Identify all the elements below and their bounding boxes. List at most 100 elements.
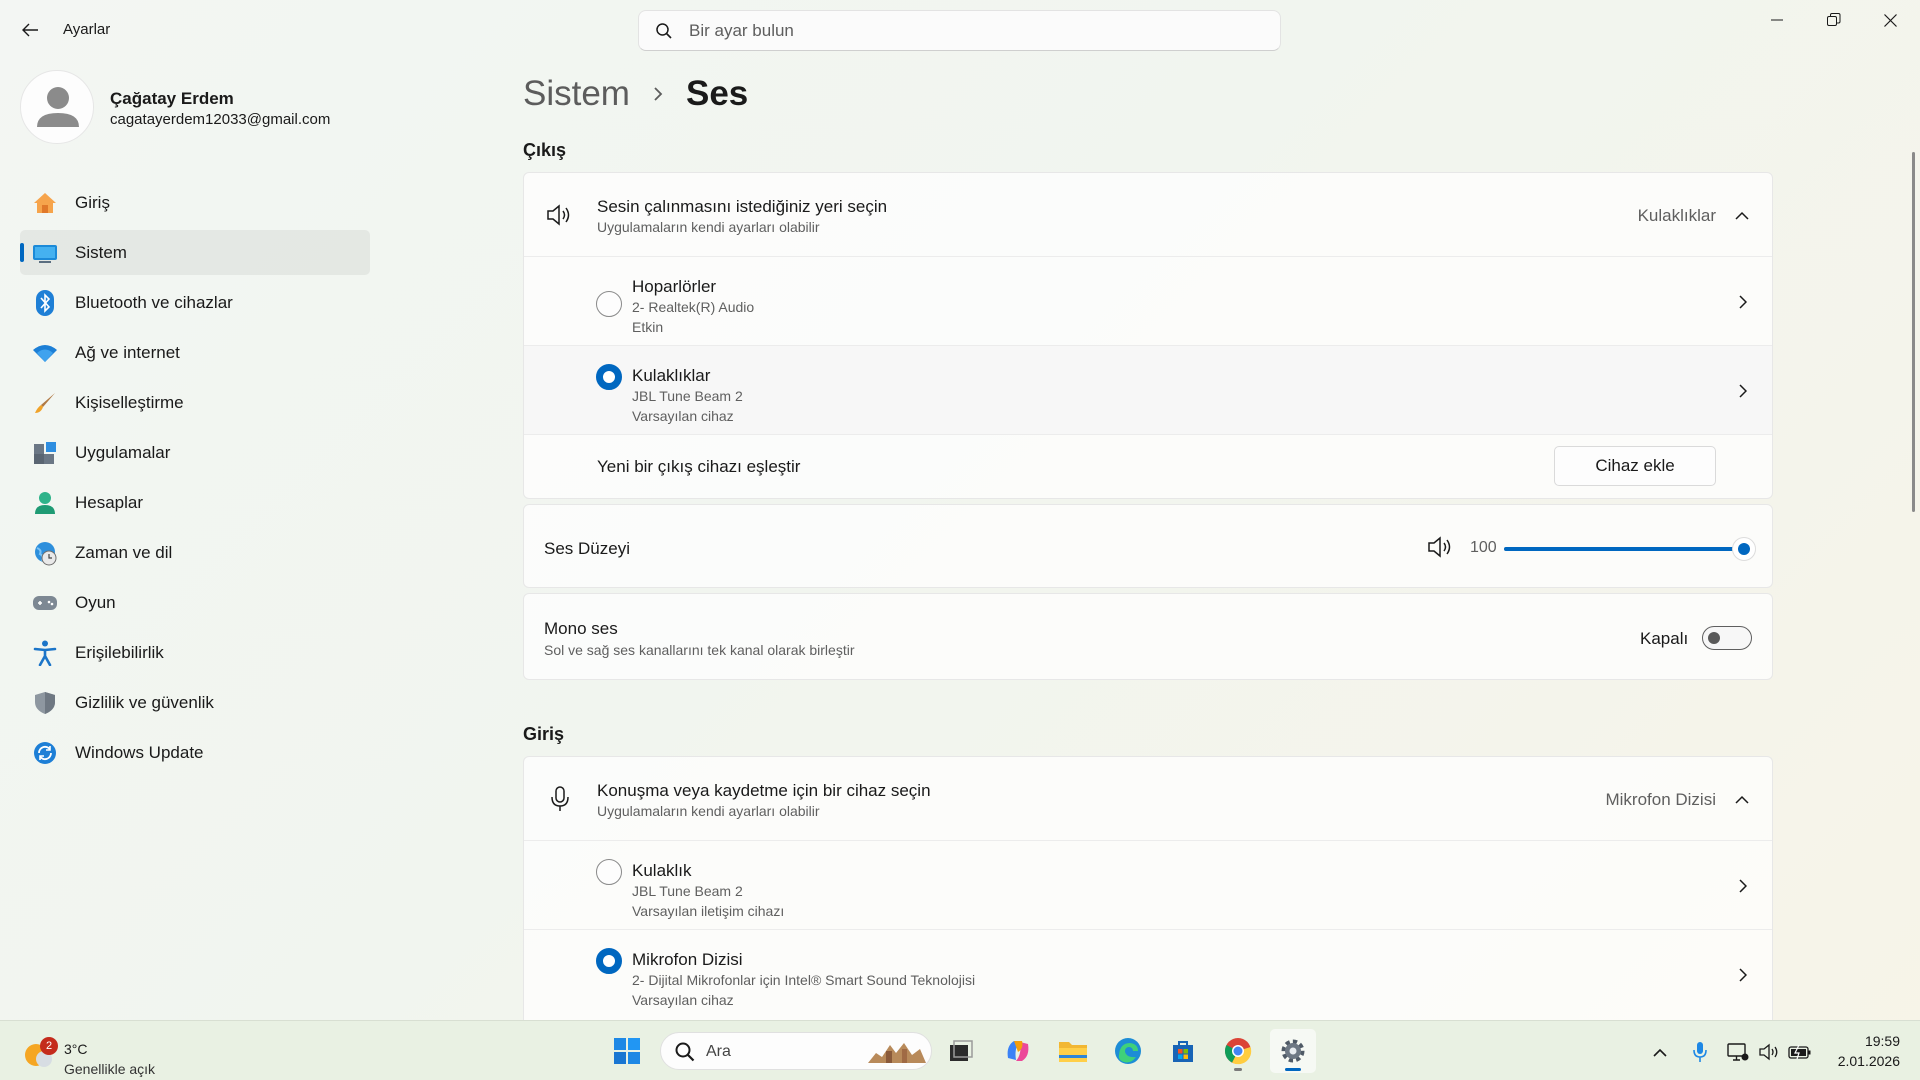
weather-description: Genellikle açık: [64, 1061, 156, 1077]
taskbar: 2 3°C Genellikle açık Ara 19:59 2.01.202…: [0, 1020, 1920, 1080]
output-device-header[interactable]: Sesin çalınmasını istediğiniz yeri seçin…: [524, 173, 1772, 257]
sidebar-item-windows-update[interactable]: Windows Update: [20, 730, 370, 775]
input-device-row[interactable]: Mikrofon Dizisi 2- Dijital Mikrofonlar i…: [524, 930, 1772, 1020]
breadcrumb-parent[interactable]: Sistem: [523, 74, 630, 114]
taskbar-search[interactable]: Ara: [660, 1032, 932, 1070]
sidebar-item-label: Sistem: [75, 243, 127, 262]
weather-widget[interactable]: 2 3°C Genellikle açık: [22, 1029, 202, 1077]
sidebar-item-label: Uygulamalar: [75, 443, 171, 462]
output-radio-speakers[interactable]: [596, 291, 622, 317]
close-button[interactable]: [1862, 0, 1919, 40]
sidebar-item-accessibility[interactable]: Erişilebilirlik: [20, 630, 370, 675]
chevron-right-icon[interactable]: [1734, 967, 1750, 983]
search-input[interactable]: [689, 19, 1259, 43]
title-bar: Ayarlar: [0, 0, 1920, 60]
restore-button[interactable]: [1805, 0, 1862, 40]
chevron-right-icon[interactable]: [1734, 383, 1750, 399]
input-device-header[interactable]: Konuşma veya kaydetme için bir cihaz seç…: [524, 757, 1772, 841]
gamepad-icon: [32, 590, 58, 616]
edge-button[interactable]: [1105, 1029, 1151, 1073]
device-detail: 2- Realtek(R) Audio: [632, 299, 755, 315]
sidebar-item-label: Ağ ve internet: [75, 343, 180, 362]
output-device-card: Sesin çalınmasını istediğiniz yeri seçin…: [523, 172, 1773, 499]
close-icon: [1884, 13, 1897, 27]
copilot-button[interactable]: [995, 1029, 1041, 1073]
volume-card: Ses Düzeyi 100: [523, 504, 1773, 588]
microphone-tray-button[interactable]: [1688, 1040, 1712, 1064]
show-hidden-icons-button[interactable]: [1648, 1040, 1672, 1064]
settings-search[interactable]: [638, 10, 1281, 51]
pair-output-row: Yeni bir çıkış cihazı eşleştir Cihaz ekl…: [524, 435, 1772, 498]
network-icon: [1727, 1043, 1749, 1061]
sidebar-item-time-language[interactable]: Zaman ve dil: [20, 530, 370, 575]
chevron-right-icon[interactable]: [1734, 878, 1750, 894]
user-profile[interactable]: Çağatay Erdem cagatayerdem12033@gmail.co…: [20, 70, 380, 146]
file-explorer-button[interactable]: [1050, 1029, 1096, 1073]
volume-tray-button[interactable]: [1758, 1040, 1782, 1064]
settings-button[interactable]: [1270, 1029, 1316, 1073]
start-button[interactable]: [604, 1029, 650, 1073]
mono-audio-toggle[interactable]: [1702, 626, 1752, 650]
chevron-up-icon: [1653, 1048, 1667, 1057]
chrome-button[interactable]: [1215, 1029, 1261, 1073]
chevron-right-icon[interactable]: [1734, 294, 1750, 310]
battery-tray-button[interactable]: [1788, 1040, 1812, 1064]
microphone-icon: [544, 783, 576, 815]
output-header-title: Sesin çalınmasını istediğiniz yeri seçin: [597, 197, 888, 216]
volume-slider[interactable]: [1504, 537, 1756, 561]
scrollbar[interactable]: [1912, 152, 1915, 512]
person-icon: [37, 87, 79, 127]
network-tray-button[interactable]: [1726, 1040, 1750, 1064]
device-detail: JBL Tune Beam 2: [632, 883, 743, 899]
avatar: [20, 70, 94, 144]
sidebar-item-network[interactable]: Ağ ve internet: [20, 330, 370, 375]
user-email: cagatayerdem12033@gmail.com: [110, 111, 331, 128]
device-status: Etkin: [632, 319, 664, 335]
volume-icon[interactable]: [1425, 531, 1457, 563]
bluetooth-icon: [32, 290, 58, 316]
input-radio-mic-array[interactable]: [596, 948, 622, 974]
sidebar-item-apps[interactable]: Uygulamalar: [20, 430, 370, 475]
mono-title: Mono ses: [544, 619, 618, 638]
volume-slider-fill: [1504, 547, 1744, 551]
sidebar-item-bluetooth[interactable]: Bluetooth ve cihazlar: [20, 280, 370, 325]
running-indicator: [1234, 1068, 1242, 1071]
output-device-row[interactable]: Hoparlörler 2- Realtek(R) Audio Etkin: [524, 257, 1772, 346]
output-device-row[interactable]: Kulaklıklar JBL Tune Beam 2 Varsayılan c…: [524, 346, 1772, 435]
notification-badge: 2: [40, 1037, 58, 1055]
chevron-up-icon[interactable]: [1734, 791, 1750, 807]
chevron-up-icon[interactable]: [1734, 207, 1750, 223]
search-highlight-image-icon: [868, 1043, 926, 1063]
clock[interactable]: 19:59 2.01.2026: [1820, 1031, 1900, 1071]
device-name: Kulaklıklar: [632, 366, 711, 385]
shield-icon: [32, 690, 58, 716]
mono-state-label: Kapalı: [1640, 629, 1689, 648]
input-header-title: Konuşma veya kaydetme için bir cihaz seç…: [597, 781, 931, 800]
active-indicator: [1285, 1068, 1301, 1071]
sidebar-item-label: Zaman ve dil: [75, 543, 173, 562]
task-view-button[interactable]: [938, 1029, 984, 1073]
sidebar-item-privacy[interactable]: Gizlilik ve güvenlik: [20, 680, 370, 725]
input-device-row[interactable]: Kulaklık JBL Tune Beam 2 Varsayılan ilet…: [524, 841, 1772, 930]
device-status: Varsayılan cihaz: [632, 408, 734, 424]
sidebar-item-personalization[interactable]: Kişiselleştirme: [20, 380, 370, 425]
volume-label: Ses Düzeyi: [544, 539, 630, 558]
sidebar-item-accounts[interactable]: Hesaplar: [20, 480, 370, 525]
add-device-button[interactable]: Cihaz ekle: [1554, 446, 1716, 486]
sidebar-item-label: Gizlilik ve güvenlik: [75, 693, 214, 712]
weather-temperature: 3°C: [64, 1041, 88, 1057]
mono-audio-card: Mono ses Sol ve sağ ses kanallarını tek …: [523, 593, 1773, 680]
store-button[interactable]: [1160, 1029, 1206, 1073]
sidebar-nav: Giriş Sistem Bluetooth ve cihazlar Ağ ve…: [20, 180, 370, 780]
input-device-card: Konuşma veya kaydetme için bir cihaz seç…: [523, 756, 1773, 1020]
back-button[interactable]: [12, 14, 48, 46]
minimize-button[interactable]: [1748, 0, 1805, 40]
input-radio-headset[interactable]: [596, 859, 622, 885]
search-icon: [675, 1042, 695, 1062]
volume-slider-thumb[interactable]: [1732, 537, 1756, 561]
sidebar-item-label: Kişiselleştirme: [75, 393, 184, 412]
output-radio-headphones[interactable]: [596, 364, 622, 390]
sidebar-item-home[interactable]: Giriş: [20, 180, 370, 225]
sidebar-item-system[interactable]: Sistem: [20, 230, 370, 275]
sidebar-item-gaming[interactable]: Oyun: [20, 580, 370, 625]
